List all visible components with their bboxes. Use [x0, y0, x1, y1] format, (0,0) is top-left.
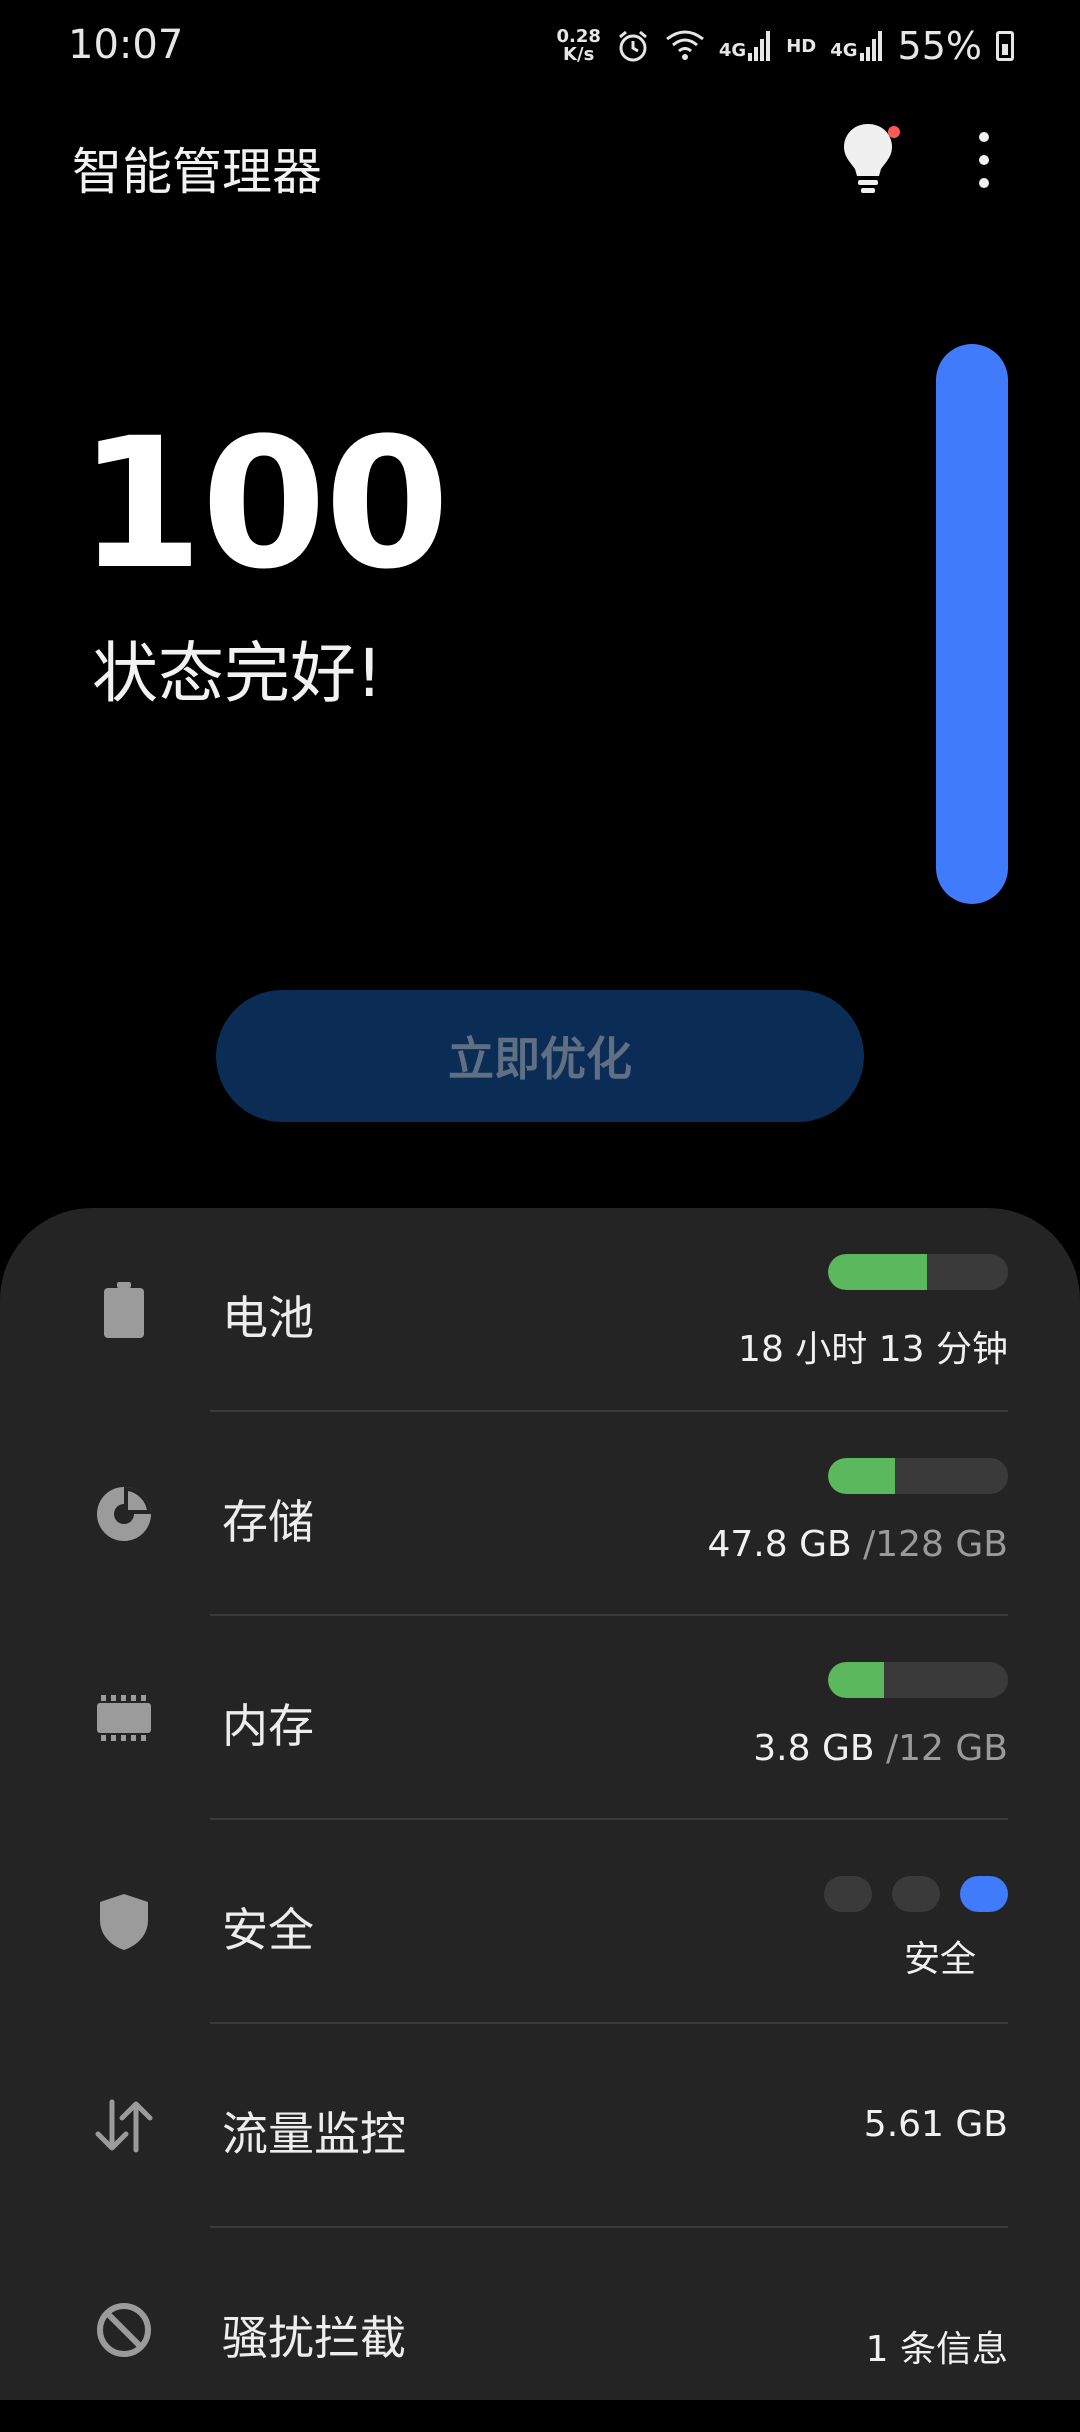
memory-progress-bar: [828, 1662, 1008, 1698]
page-title: 智能管理器: [72, 143, 322, 201]
security-label: 安全: [222, 1903, 314, 1957]
storage-used: 47.8 GB: [707, 1524, 852, 1565]
call-block-value: 1 条信息: [865, 2329, 1008, 2370]
security-row[interactable]: 安全 安全: [0, 1820, 1080, 2024]
status-time: 10:07: [68, 22, 184, 68]
battery-percent: 55%: [897, 24, 982, 68]
storage-value: 47.8 GB /128 GB: [707, 1524, 1008, 1565]
optimize-now-button[interactable]: 立即优化: [216, 990, 864, 1122]
device-score: 100: [78, 400, 450, 609]
data-transfer-icon: [92, 2094, 156, 2158]
storage-total: /128 GB: [851, 1524, 1008, 1565]
call-block-label: 骚扰拦截: [222, 2311, 406, 2365]
signal-icon: [748, 31, 771, 61]
storage-icon: [92, 1482, 156, 1546]
signal-icon: [859, 31, 882, 61]
signal-1: 4G: [719, 31, 772, 61]
storage-row[interactable]: 存储 47.8 GB /128 GB: [0, 1412, 1080, 1616]
battery-icon: [92, 1278, 156, 1342]
battery-label: 电池: [222, 1291, 314, 1345]
security-level-pill: [824, 1876, 872, 1912]
data-usage-row[interactable]: 流量监控 5.61 GB: [0, 2024, 1080, 2228]
tips-button[interactable]: [840, 120, 904, 200]
call-block-row[interactable]: 骚扰拦截 1 条信息: [0, 2228, 1080, 2432]
security-level-pill: [892, 1876, 940, 1912]
storage-progress-bar: [828, 1458, 1008, 1494]
score-status: 状态完好!: [92, 635, 383, 712]
shield-icon: [92, 1890, 156, 1954]
memory-total: /12 GB: [874, 1728, 1008, 1769]
storage-progress-fill: [828, 1458, 895, 1494]
battery-progress-fill: [828, 1254, 927, 1290]
security-value: 安全: [903, 1939, 976, 1980]
net-speed-unit: K/s: [563, 44, 595, 65]
storage-label: 存储: [222, 1495, 314, 1549]
hd-label: HD: [786, 35, 817, 57]
memory-used: 3.8 GB: [753, 1728, 875, 1769]
memory-value: 3.8 GB /12 GB: [753, 1728, 1008, 1769]
memory-progress-fill: [828, 1662, 884, 1698]
security-level-indicator: [824, 1876, 1008, 1912]
notification-dot: [888, 126, 900, 138]
dot-icon: [979, 155, 989, 165]
data-usage-label: 流量监控: [222, 2107, 406, 2161]
alarm-icon: [618, 30, 647, 62]
memory-label: 内存: [222, 1699, 314, 1753]
battery-value: 18 小时 13 分钟: [738, 1329, 1008, 1370]
battery-status-icon: [996, 31, 1014, 61]
dot-icon: [979, 178, 989, 188]
block-icon: [92, 2298, 156, 2362]
status-icons: 0.28 K/s 4G HD 4G 55%: [556, 24, 1014, 68]
memory-chip-icon: [92, 1686, 156, 1750]
status-card: 电池 18 小时 13 分钟 存储 47.8 GB /128 GB 内存 3.8…: [0, 1208, 1080, 2400]
more-options-button[interactable]: [968, 132, 1000, 188]
network-type-1: 4G: [718, 40, 747, 61]
security-level-pill: [960, 1876, 1008, 1912]
score-bar: [936, 344, 1008, 904]
wifi-icon: [665, 30, 704, 60]
battery-row[interactable]: 电池 18 小时 13 分钟: [0, 1208, 1080, 1412]
dot-icon: [979, 132, 989, 142]
net-speed: 0.28 K/s: [556, 28, 600, 64]
signal-2: 4G: [830, 31, 883, 61]
memory-row[interactable]: 内存 3.8 GB /12 GB: [0, 1616, 1080, 1820]
network-type-2: 4G: [830, 40, 858, 61]
battery-progress-bar: [828, 1254, 1008, 1290]
data-usage-value: 5.61 GB: [863, 2104, 1008, 2145]
